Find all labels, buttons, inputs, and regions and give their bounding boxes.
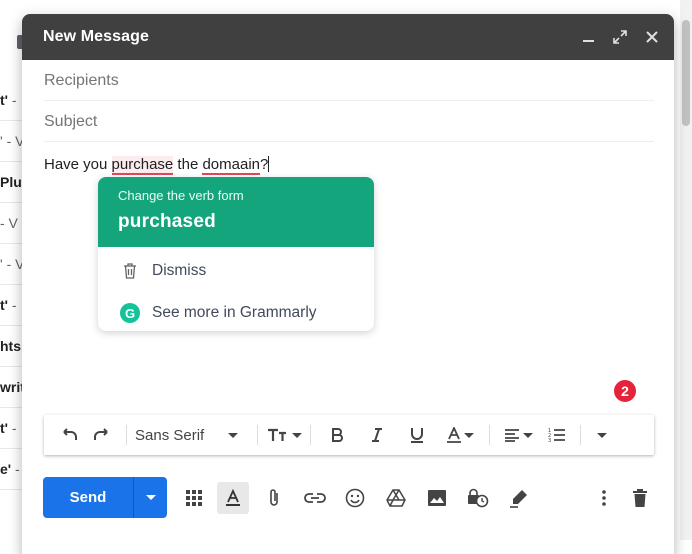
close-icon[interactable] bbox=[636, 21, 668, 53]
message-body[interactable]: Have you purchase the domaain? bbox=[44, 156, 270, 175]
toolbar-divider bbox=[310, 425, 311, 445]
body-text-part: the bbox=[173, 156, 203, 173]
link-icon[interactable] bbox=[299, 482, 331, 514]
grammar-error-word[interactable]: purchase bbox=[111, 156, 174, 175]
chevron-down-icon bbox=[145, 495, 156, 500]
signature-icon[interactable] bbox=[503, 482, 535, 514]
grammarly-suggestion-card: Change the verb form purchased Dismiss G… bbox=[98, 177, 374, 331]
chevron-down-icon bbox=[228, 432, 239, 438]
minimize-icon[interactable] bbox=[572, 21, 604, 53]
compose-titlebar[interactable]: New Message bbox=[22, 14, 674, 60]
photo-icon[interactable] bbox=[421, 482, 453, 514]
subject-field[interactable]: Subject bbox=[44, 101, 654, 142]
recipients-field[interactable]: Recipients bbox=[44, 60, 654, 101]
subject-placeholder: Subject bbox=[44, 113, 98, 130]
schedule-lock-icon[interactable] bbox=[462, 482, 494, 514]
undo-icon[interactable] bbox=[54, 420, 84, 450]
attach-icon[interactable] bbox=[258, 482, 290, 514]
suggested-word[interactable]: purchased bbox=[118, 211, 374, 233]
spelling-error-word[interactable]: domaain bbox=[202, 156, 260, 175]
svg-text:3: 3 bbox=[548, 438, 551, 443]
text-caret bbox=[268, 156, 270, 172]
font-size-icon[interactable] bbox=[264, 420, 304, 450]
suggestion-label: Change the verb form bbox=[118, 188, 244, 203]
recipients-placeholder: Recipients bbox=[44, 72, 119, 89]
toolbar-divider bbox=[489, 425, 490, 445]
toolbar-divider bbox=[126, 425, 127, 445]
redo-icon[interactable] bbox=[84, 420, 120, 450]
bold-icon[interactable] bbox=[317, 420, 357, 450]
align-icon[interactable] bbox=[496, 420, 540, 450]
drive-icon[interactable] bbox=[380, 482, 412, 514]
font-family-select[interactable]: Sans Serif bbox=[133, 420, 251, 450]
grammarly-alert-count-badge[interactable]: 2 bbox=[612, 378, 638, 404]
underline-icon[interactable] bbox=[397, 420, 437, 450]
send-label[interactable]: Send bbox=[43, 477, 134, 518]
toolbar-divider bbox=[257, 425, 258, 445]
fullscreen-icon[interactable] bbox=[604, 21, 636, 53]
apps-icon[interactable] bbox=[178, 482, 210, 514]
formatting-toolbar: Sans Serif 123 bbox=[44, 415, 654, 455]
delete-icon[interactable] bbox=[624, 482, 656, 514]
grammarly-logo-icon: G bbox=[120, 303, 140, 323]
grammarly-suggestion[interactable]: Change the verb form purchased bbox=[98, 177, 374, 247]
see-more-label: See more in Grammarly bbox=[152, 304, 317, 321]
text-color-icon[interactable] bbox=[437, 420, 483, 450]
compose-window: New Message Recipients Subject Have you … bbox=[22, 14, 674, 554]
dismiss-button[interactable]: Dismiss bbox=[98, 250, 374, 292]
dismiss-label: Dismiss bbox=[152, 262, 207, 279]
numbered-list-icon[interactable]: 123 bbox=[540, 420, 574, 450]
send-button[interactable]: Send bbox=[43, 477, 167, 518]
body-text-part: ? bbox=[260, 156, 269, 173]
more-options-icon[interactable] bbox=[588, 482, 620, 514]
more-formatting-icon[interactable] bbox=[587, 420, 617, 450]
italic-icon[interactable] bbox=[357, 420, 397, 450]
compose-title: New Message bbox=[43, 28, 150, 45]
see-more-grammarly-link[interactable]: G See more in Grammarly bbox=[98, 292, 374, 331]
scrollbar-thumb[interactable] bbox=[682, 20, 690, 126]
body-text-part: Have you bbox=[44, 156, 112, 173]
trash-icon bbox=[120, 261, 140, 281]
formatting-toggle-icon[interactable] bbox=[217, 482, 249, 514]
emoji-icon[interactable] bbox=[339, 482, 371, 514]
send-options-button[interactable] bbox=[134, 477, 167, 518]
page-scrollbar[interactable] bbox=[680, 0, 692, 540]
font-family-value: Sans Serif bbox=[135, 426, 205, 444]
toolbar-divider bbox=[580, 425, 581, 445]
